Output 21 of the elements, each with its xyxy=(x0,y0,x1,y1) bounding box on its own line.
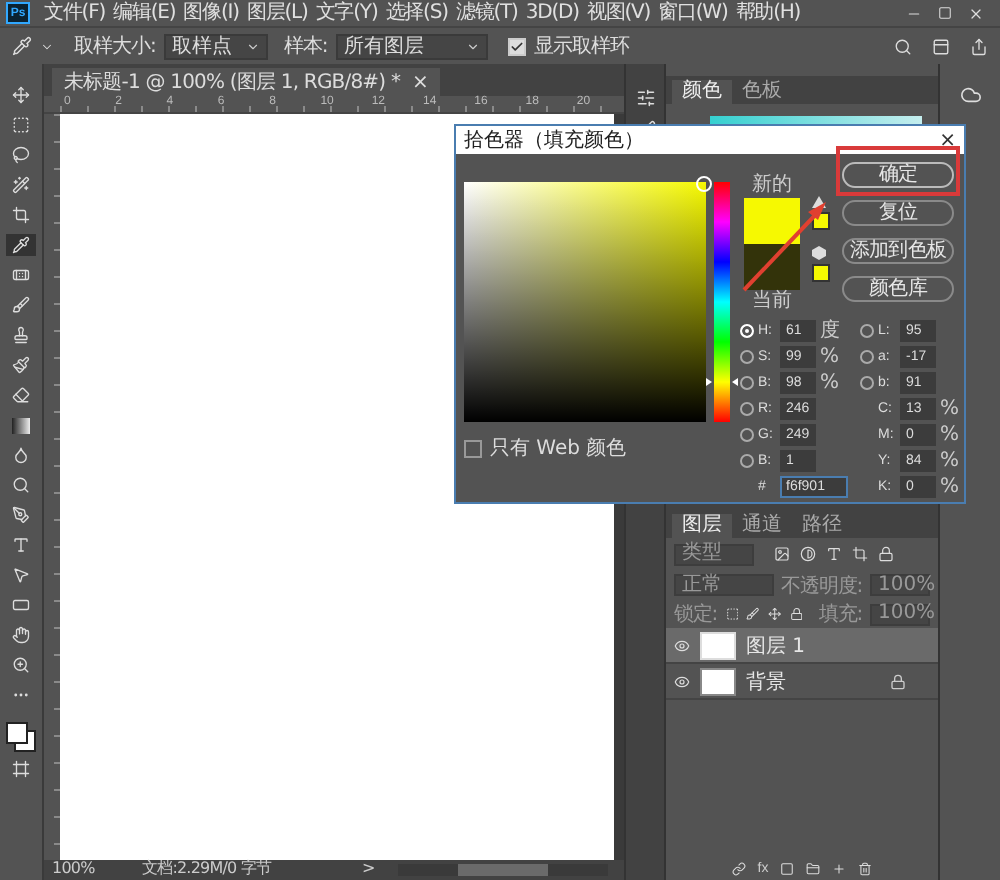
fill-label: 填充: xyxy=(818,601,862,628)
document-info: 文档:2.29M/0 字节 xyxy=(141,862,271,878)
layer-name: 背景 xyxy=(746,669,788,695)
opacity-label: 不透明度: xyxy=(781,573,862,599)
layer-name: 图层 1 xyxy=(746,633,808,659)
lock-label: 锁定: xyxy=(674,601,718,628)
checkbox-label: 只有 Web 颜色 xyxy=(490,435,627,462)
checkbox-label: 显示取样环 xyxy=(533,33,629,60)
current-label: 当前 xyxy=(752,290,792,314)
dialog-title: 拾色器（填充颜色） xyxy=(464,127,644,154)
sample-label: 样本: xyxy=(283,33,328,60)
unit-label: % xyxy=(940,423,960,445)
unit-label: % xyxy=(940,449,960,471)
unit-label: 度 xyxy=(820,319,840,341)
zoom-level: 100% xyxy=(52,862,95,878)
sample-size-label: 取样大小: xyxy=(74,33,156,60)
new-label: 新的 xyxy=(752,174,792,198)
unit-label: % xyxy=(940,397,960,419)
unit-label: % xyxy=(820,371,840,393)
unit-label: % xyxy=(940,475,960,497)
unit-label: % xyxy=(820,345,840,367)
